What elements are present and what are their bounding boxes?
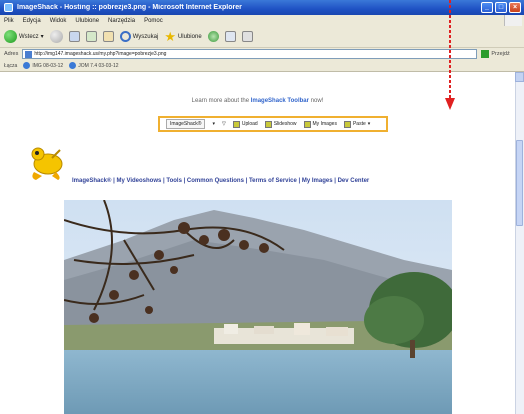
window-controls: _ □ × bbox=[481, 2, 521, 13]
page-content: Learn more about the ImageShack Toolbar … bbox=[0, 72, 515, 414]
chevron-down-icon: ▾ bbox=[367, 121, 371, 127]
toolbar-promo: Learn more about the ImageShack Toolbar … bbox=[0, 98, 515, 104]
window-title: ImageShack - Hosting :: pobrezje3.png - … bbox=[17, 4, 242, 11]
forward-button[interactable] bbox=[49, 30, 63, 43]
folder-icon bbox=[303, 120, 311, 128]
scroll-up-button[interactable] bbox=[515, 72, 524, 82]
menu-view[interactable]: Widok bbox=[50, 18, 67, 24]
windows-flag-icon bbox=[504, 15, 522, 26]
chevron-down-icon: ▾ bbox=[40, 34, 44, 40]
slideshow-button[interactable]: Slideshow bbox=[264, 120, 297, 128]
slideshow-icon bbox=[264, 120, 272, 128]
upload-label: Upload bbox=[241, 121, 258, 127]
imageshack-dropdown[interactable]: ImageShack® bbox=[166, 119, 206, 129]
favorites-button[interactable]: ★ Ulubione bbox=[164, 29, 202, 44]
paste-icon bbox=[343, 120, 351, 128]
favorites-label: Ulubione bbox=[177, 33, 202, 40]
home-icon[interactable] bbox=[102, 31, 114, 42]
favorites-star-icon: ★ bbox=[164, 29, 176, 44]
imageshack-toolbar: ImageShack® ▾ ▽ Upload Slideshow My Imag… bbox=[158, 116, 388, 132]
history-icon[interactable] bbox=[207, 31, 219, 42]
upload-button[interactable]: Upload bbox=[232, 120, 258, 128]
back-arrow-icon bbox=[4, 30, 17, 43]
my-images-label: My Images bbox=[312, 121, 337, 127]
minimize-button[interactable]: _ bbox=[481, 2, 493, 13]
link-item[interactable]: IMG 08-03-12 bbox=[23, 62, 63, 69]
address-url: http://img147.imageshack.us/my.php?image… bbox=[34, 51, 167, 57]
go-label: Przejdź bbox=[491, 51, 510, 57]
link-label: JOM 7.4 03-03-12 bbox=[78, 62, 119, 69]
page-icon bbox=[25, 50, 33, 58]
red-arrow-icon bbox=[445, 0, 455, 110]
menu-favorites[interactable]: Ulubione bbox=[75, 18, 99, 24]
close-button[interactable]: × bbox=[509, 2, 521, 13]
uploaded-photo bbox=[64, 200, 452, 414]
my-images-button[interactable]: My Images bbox=[303, 120, 337, 128]
print-icon[interactable] bbox=[241, 31, 253, 42]
paste-button[interactable]: Paste ▾ bbox=[343, 120, 371, 128]
funnel-icon[interactable]: ▽ bbox=[222, 121, 226, 127]
search-label: Wyszukaj bbox=[132, 33, 159, 40]
slideshow-label: Slideshow bbox=[273, 121, 297, 127]
links-label: Łącza bbox=[4, 62, 18, 69]
ie-icon bbox=[23, 62, 31, 69]
toolbar-link[interactable]: ImageShack Toolbar bbox=[251, 98, 309, 104]
learn-suffix: now! bbox=[310, 98, 324, 104]
menu-file[interactable]: Plik bbox=[4, 18, 14, 24]
link-item[interactable]: JOM 7.4 03-03-12 bbox=[69, 62, 119, 69]
search-icon bbox=[119, 31, 131, 42]
stop-icon[interactable] bbox=[68, 31, 80, 42]
mail-icon[interactable] bbox=[224, 31, 236, 42]
link-label: IMG 08-03-12 bbox=[32, 62, 64, 69]
maximize-button[interactable]: □ bbox=[495, 2, 507, 13]
upload-icon bbox=[232, 120, 240, 128]
refresh-icon[interactable] bbox=[85, 31, 97, 42]
address-input[interactable]: http://img147.imageshack.us/my.php?image… bbox=[22, 49, 478, 59]
paste-label: Paste bbox=[352, 121, 366, 127]
go-arrow-icon bbox=[481, 50, 490, 58]
address-label: Adres bbox=[4, 51, 19, 57]
app-icon bbox=[4, 3, 13, 12]
go-button[interactable]: Przejdź bbox=[481, 50, 510, 58]
scroll-thumb[interactable] bbox=[516, 140, 523, 226]
back-label: Wstecz bbox=[19, 33, 39, 40]
frog-logo-icon[interactable] bbox=[26, 146, 66, 182]
menu-tools[interactable]: Narzędzia bbox=[108, 18, 135, 24]
chevron-down-icon[interactable]: ▾ bbox=[212, 121, 215, 127]
menu-help[interactable]: Pomoc bbox=[144, 18, 163, 24]
menu-edit[interactable]: Edycja bbox=[23, 18, 41, 24]
search-button[interactable]: Wyszukaj bbox=[119, 31, 159, 42]
site-nav-links[interactable]: ImageShack® | My Videoshows | Tools | Co… bbox=[72, 178, 502, 184]
back-button[interactable]: Wstecz ▾ bbox=[4, 30, 44, 43]
vertical-scrollbar[interactable] bbox=[515, 72, 524, 414]
ie-icon bbox=[69, 62, 77, 69]
learn-text: Learn more about the bbox=[191, 98, 250, 104]
forward-arrow-icon bbox=[49, 30, 63, 43]
